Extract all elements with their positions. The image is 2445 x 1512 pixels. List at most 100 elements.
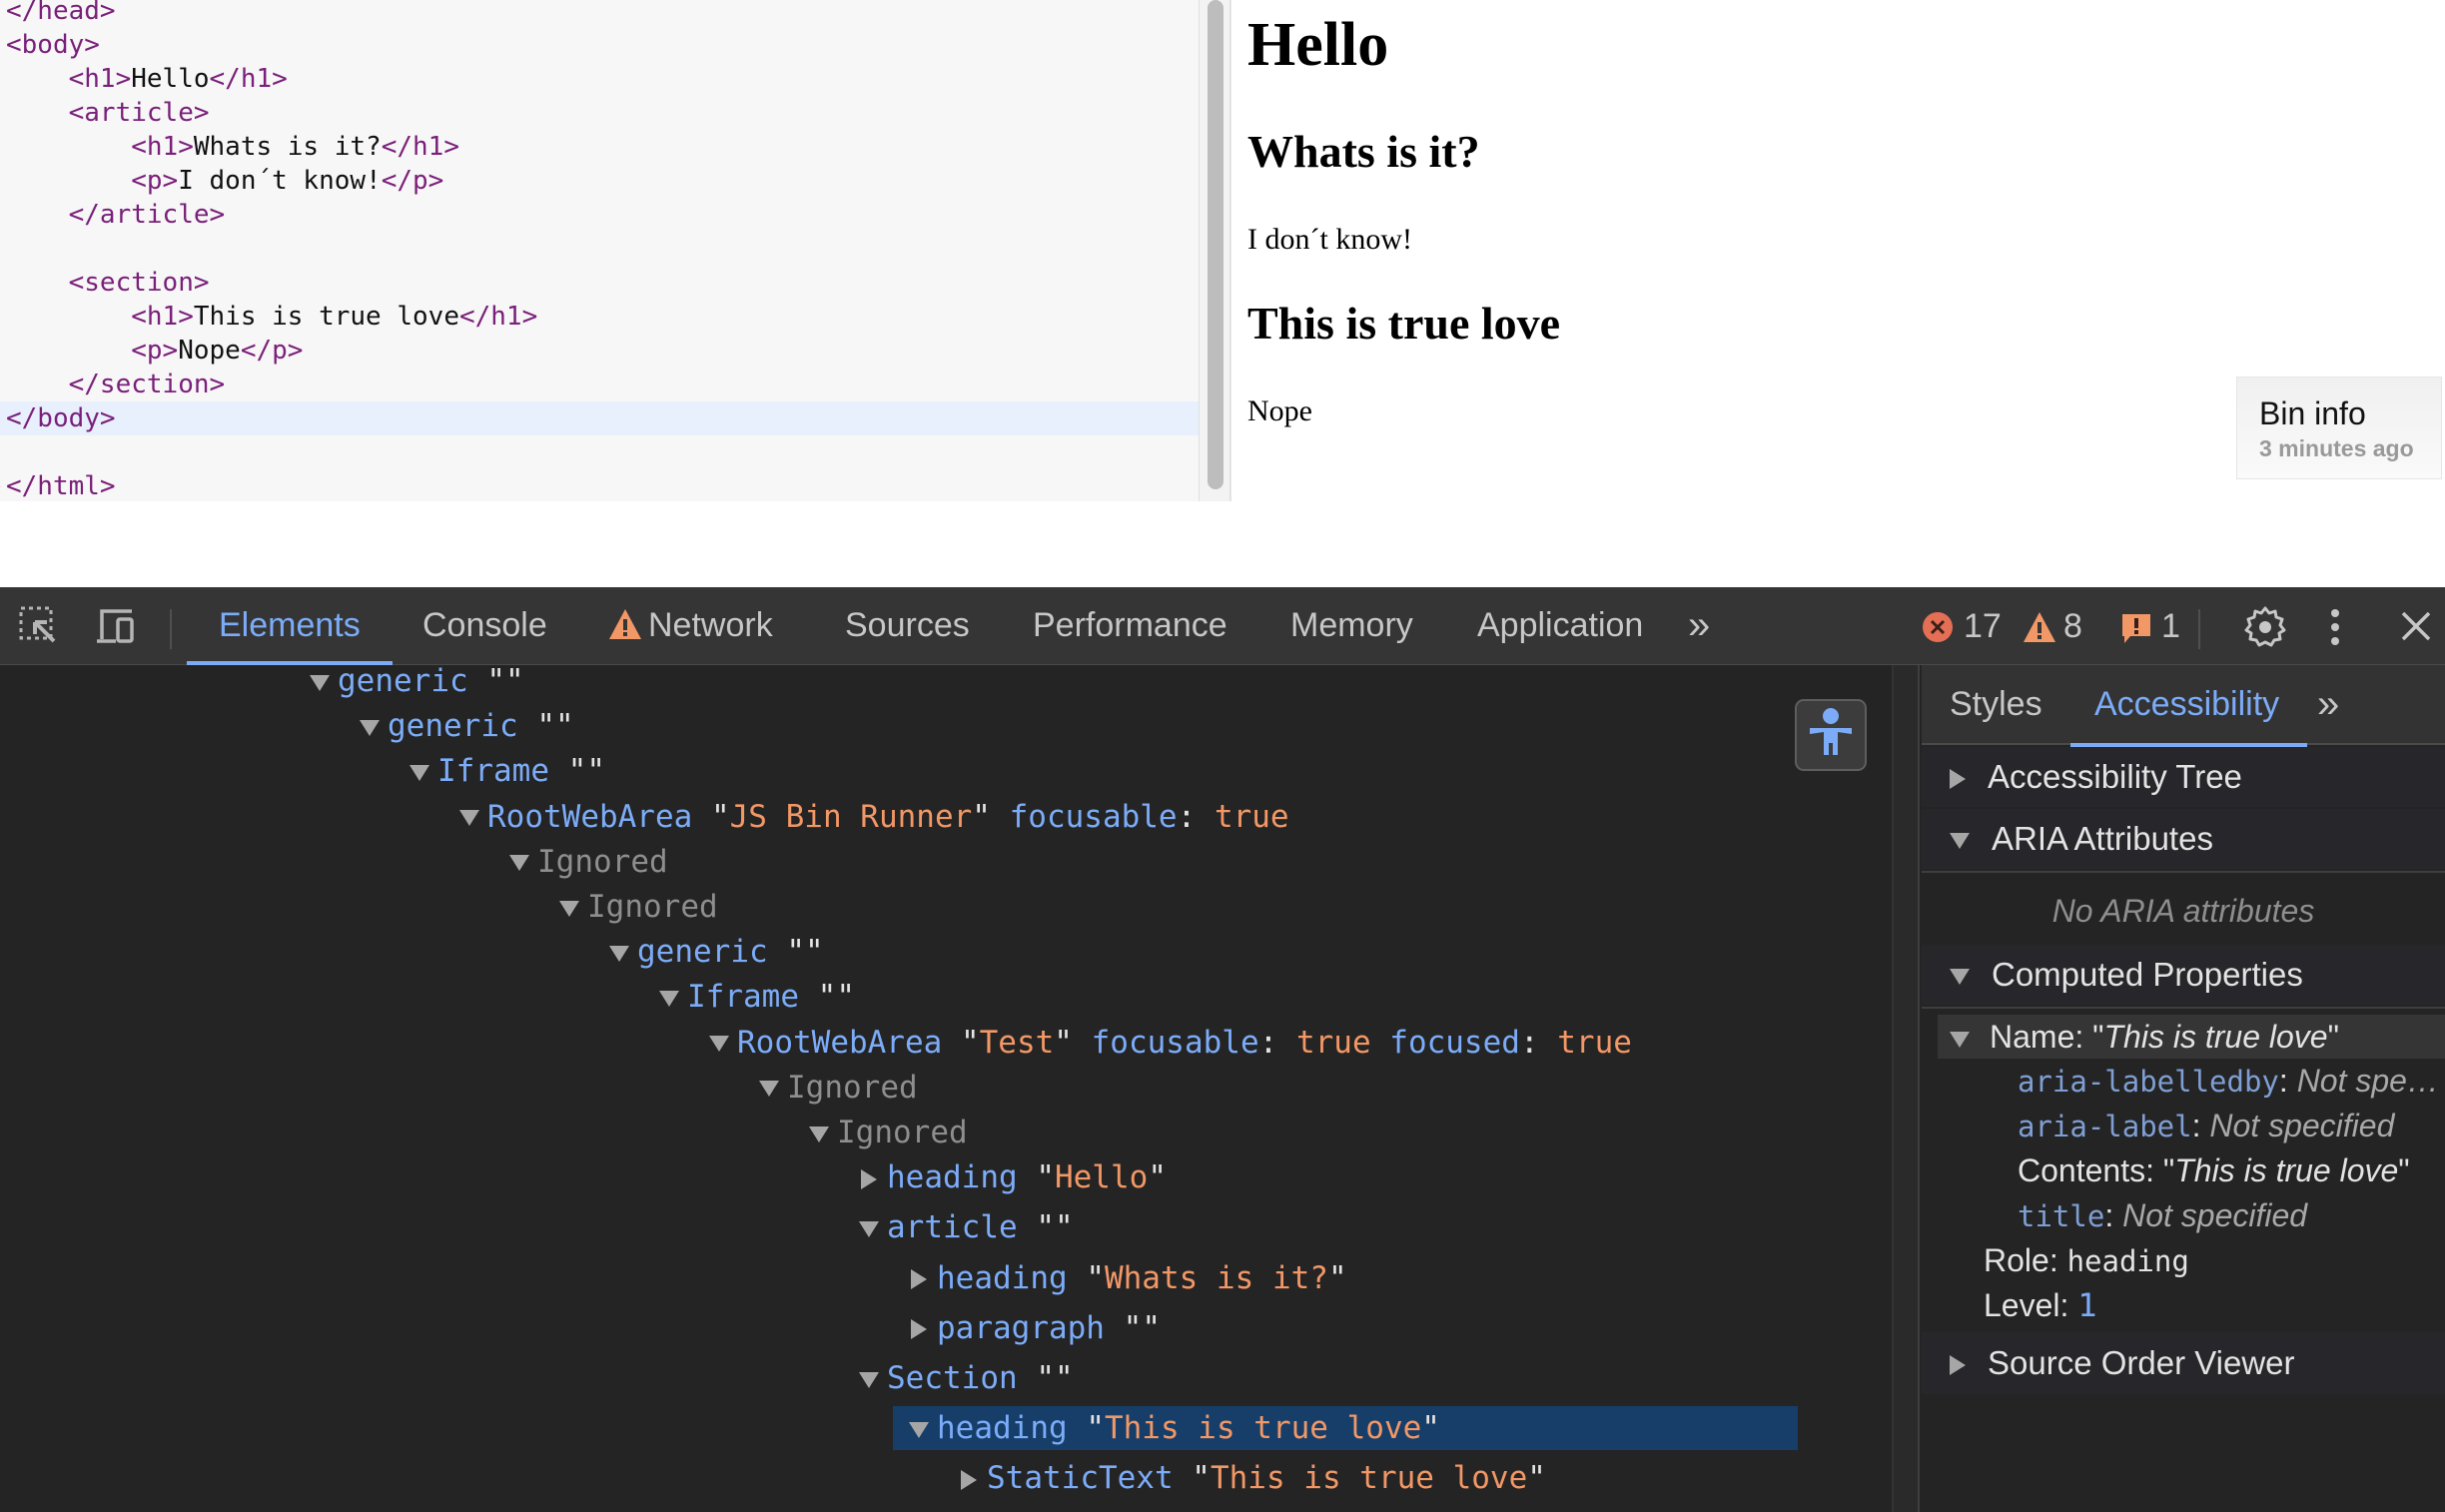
code-text: Nope bbox=[178, 336, 241, 366]
more-tabs-button[interactable]: » bbox=[1688, 587, 1710, 665]
code-line[interactable] bbox=[0, 435, 1199, 469]
inspect-element-icon[interactable] bbox=[18, 605, 60, 647]
panel-splitter[interactable] bbox=[1892, 665, 1920, 1512]
code-line[interactable]: </head> bbox=[0, 0, 1199, 28]
editor-scrollbar-thumb[interactable] bbox=[1208, 0, 1223, 489]
name-value: This is true love bbox=[2103, 1019, 2328, 1055]
code-tag: <h1> bbox=[131, 132, 194, 162]
collapse-triangle-icon[interactable] bbox=[909, 1421, 929, 1438]
code-line[interactable]: <article> bbox=[0, 96, 1199, 130]
tab-styles[interactable]: Styles bbox=[1950, 665, 2042, 745]
accessibility-tree-toggle-button[interactable] bbox=[1795, 699, 1867, 771]
code-line[interactable]: </article> bbox=[0, 198, 1199, 232]
code-line[interactable]: </html> bbox=[0, 469, 1199, 501]
section-source-order-viewer[interactable]: Source Order Viewer bbox=[1922, 1332, 2445, 1394]
bin-info-panel[interactable]: Bin info 3 minutes ago bbox=[2236, 377, 2442, 479]
tree-node[interactable]: RootWebArea "Test" focusable: true focus… bbox=[709, 1021, 1632, 1065]
section-accessibility-tree[interactable]: Accessibility Tree bbox=[1922, 747, 2445, 807]
tab-accessibility[interactable]: Accessibility bbox=[2069, 665, 2308, 747]
tab-network[interactable]: Network bbox=[608, 587, 773, 665]
expand-triangle-icon[interactable] bbox=[911, 1319, 927, 1340]
quote: " bbox=[798, 979, 837, 1016]
tree-node[interactable]: paragraph "" bbox=[909, 1306, 1161, 1350]
warning-count[interactable]: 8 bbox=[2063, 587, 2082, 665]
expand-triangle-icon[interactable] bbox=[961, 1469, 977, 1490]
settings-gear-icon[interactable] bbox=[2243, 605, 2287, 649]
collapse-triangle-icon[interactable] bbox=[559, 900, 579, 917]
tab-sources[interactable]: Sources bbox=[845, 587, 970, 665]
expand-triangle-icon[interactable] bbox=[911, 1269, 927, 1290]
tree-node[interactable]: Iframe "" bbox=[409, 749, 605, 793]
node-name: Whats is it? bbox=[1104, 1259, 1328, 1296]
tree-node[interactable]: Section "" bbox=[859, 1356, 1074, 1400]
quote: " bbox=[1017, 1159, 1055, 1196]
tree-node[interactable]: Ignored bbox=[809, 1111, 968, 1154]
tree-node[interactable]: Ignored bbox=[759, 1066, 918, 1110]
code-line[interactable]: </section> bbox=[0, 368, 1199, 401]
code-line[interactable]: <p>Nope</p> bbox=[0, 334, 1199, 368]
tree-node[interactable]: generic "" bbox=[360, 704, 574, 748]
device-toolbar-icon[interactable] bbox=[94, 605, 136, 647]
collapse-triangle-icon[interactable] bbox=[709, 1036, 729, 1053]
tab-application[interactable]: Application bbox=[1477, 587, 1643, 665]
expand-triangle-icon[interactable] bbox=[861, 1168, 877, 1189]
section-title: Computed Properties bbox=[1992, 956, 2303, 993]
tree-node[interactable]: StaticText "This is true love" bbox=[959, 1456, 1546, 1500]
tree-node[interactable]: generic "" bbox=[310, 665, 524, 703]
tree-node[interactable]: Iframe "" bbox=[659, 975, 855, 1019]
tree-node[interactable]: article "" bbox=[859, 1205, 1074, 1249]
tab-memory[interactable]: Memory bbox=[1290, 587, 1413, 665]
accessibility-tree[interactable]: generic "" generic "" Iframe "" RootWebArea… bbox=[0, 665, 1892, 1512]
attr-value: Not specified bbox=[2122, 1197, 2308, 1233]
close-icon[interactable] bbox=[2401, 611, 2431, 641]
tree-node-selected[interactable]: heading "This is true love" bbox=[893, 1406, 1798, 1451]
tab-performance[interactable]: Performance bbox=[1033, 587, 1227, 665]
computed-name-row[interactable]: Name: "This is true love" bbox=[1938, 1015, 2445, 1059]
collapse-triangle-icon[interactable] bbox=[459, 810, 479, 827]
tab-elements[interactable]: Elements bbox=[187, 587, 393, 665]
collapse-triangle-icon[interactable] bbox=[859, 1371, 879, 1388]
code-line[interactable] bbox=[0, 232, 1199, 266]
issues-icon[interactable] bbox=[2121, 613, 2151, 645]
collapse-triangle-icon[interactable] bbox=[509, 855, 529, 872]
editor-scrollbar[interactable] bbox=[1199, 0, 1230, 501]
level-row: Level: 1 bbox=[1984, 1283, 2097, 1327]
tree-node[interactable]: generic "" bbox=[609, 930, 824, 974]
code-line[interactable]: <p>I don´t know!</p> bbox=[0, 164, 1199, 198]
section-aria-attributes[interactable]: ARIA Attributes bbox=[1922, 809, 2445, 869]
tree-node[interactable]: heading "Hello" bbox=[859, 1155, 1167, 1199]
code-line[interactable]: </body> bbox=[0, 401, 1199, 435]
code-line[interactable]: <body> bbox=[0, 28, 1199, 62]
accessibility-person-icon bbox=[1810, 708, 1852, 755]
code-editor[interactable]: </head> <body> <h1>Hello</h1> <article> <… bbox=[0, 0, 1199, 501]
tree-node[interactable]: Ignored bbox=[509, 840, 668, 884]
tree-node[interactable]: RootWebArea "JS Bin Runner" focusable: t… bbox=[459, 795, 1289, 839]
collapse-triangle-icon[interactable] bbox=[409, 764, 429, 781]
collapse-triangle-icon[interactable] bbox=[659, 990, 679, 1007]
collapse-triangle-icon[interactable] bbox=[859, 1220, 879, 1237]
code-line[interactable]: <section> bbox=[0, 266, 1199, 300]
code-text: I don´t know! bbox=[178, 166, 382, 196]
code-line[interactable]: <h1>Whats is it?</h1> bbox=[0, 130, 1199, 164]
collapse-triangle-icon[interactable] bbox=[310, 674, 330, 691]
more-options-icon[interactable] bbox=[2327, 607, 2343, 647]
collapse-triangle-icon[interactable] bbox=[609, 945, 629, 962]
tree-node[interactable]: Ignored bbox=[559, 885, 718, 929]
warning-count-icon[interactable] bbox=[2023, 611, 2056, 643]
node-name: This is true love bbox=[1104, 1410, 1422, 1447]
code-line[interactable]: <h1>This is true love</h1> bbox=[0, 300, 1199, 334]
tab-console[interactable]: Console bbox=[422, 587, 547, 665]
error-icon[interactable] bbox=[1922, 611, 1954, 643]
attr-value: Not spe… bbox=[2296, 1063, 2439, 1099]
collapse-triangle-icon[interactable] bbox=[809, 1126, 829, 1142]
error-count[interactable]: 17 bbox=[1964, 587, 2002, 665]
collapse-triangle-icon bbox=[1950, 969, 1970, 986]
code-line[interactable]: <h1>Hello</h1> bbox=[0, 62, 1199, 96]
section-computed-properties[interactable]: Computed Properties bbox=[1922, 945, 2445, 1005]
tree-node[interactable]: heading "Whats is it?" bbox=[909, 1256, 1347, 1300]
issues-count[interactable]: 1 bbox=[2161, 587, 2180, 665]
collapse-triangle-icon[interactable] bbox=[759, 1081, 779, 1098]
collapse-triangle-icon[interactable] bbox=[360, 719, 380, 736]
side-more-tabs-button[interactable]: » bbox=[2317, 665, 2339, 745]
